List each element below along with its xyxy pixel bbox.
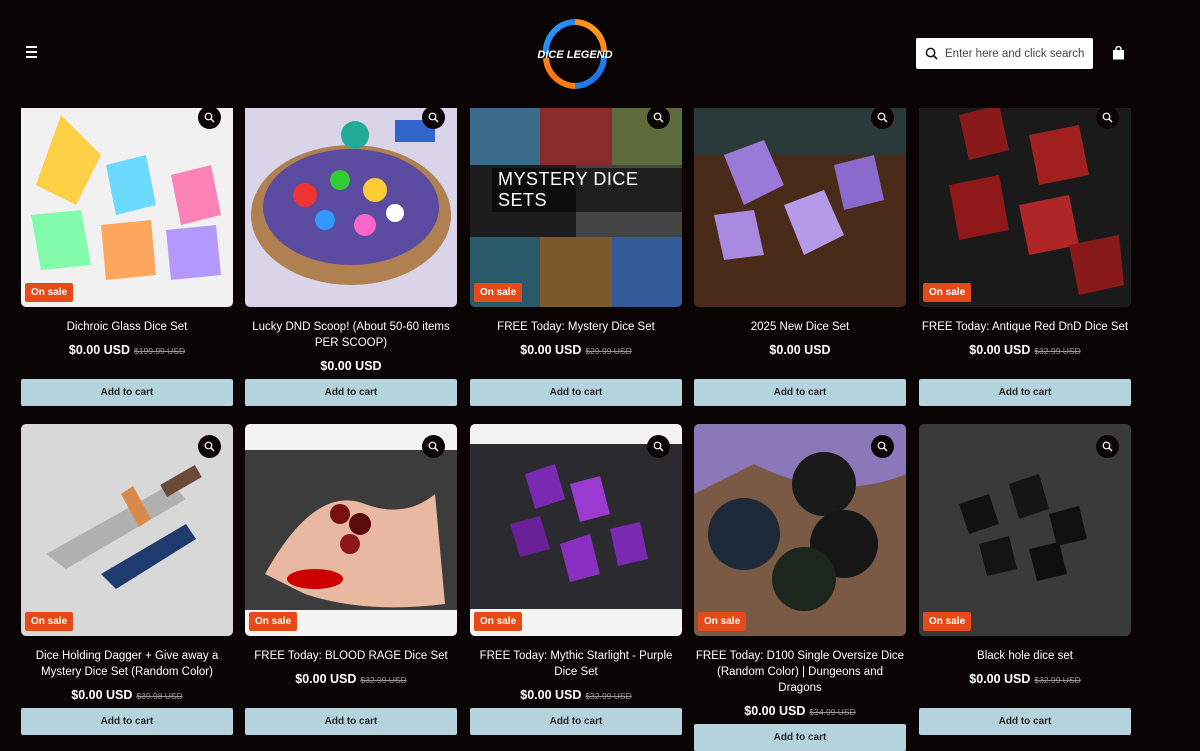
add-to-cart-button[interactable]: Add to cart	[694, 379, 906, 406]
zoom-icon[interactable]	[198, 106, 221, 129]
product-image[interactable]: On sale	[21, 95, 233, 307]
zoom-icon[interactable]	[1096, 435, 1119, 458]
product-image[interactable]	[245, 95, 457, 307]
product-card: On sale Dichroic Glass Dice Set $0.00 US…	[21, 95, 233, 406]
add-to-cart-button[interactable]: Add to cart	[245, 708, 457, 735]
product-price: $0.00 USD	[320, 359, 382, 373]
product-price: $0.00 USD $199.99 USD	[68, 343, 186, 357]
product-card: On sale FREE Today: Mythic Starlight - P…	[470, 424, 682, 735]
shopping-bag-icon[interactable]	[1112, 45, 1125, 60]
on-sale-badge: On sale	[25, 283, 74, 302]
product-title[interactable]: FREE Today: D100 Single Oversize Dice (R…	[694, 648, 906, 696]
search-icon[interactable]	[925, 47, 938, 60]
zoom-icon[interactable]	[871, 435, 894, 458]
add-to-cart-button[interactable]: Add to cart	[21, 379, 233, 406]
add-to-cart-button[interactable]: Add to cart	[21, 708, 233, 735]
zoom-icon[interactable]	[1096, 106, 1119, 129]
add-to-cart-button[interactable]: Add to cart	[245, 379, 457, 406]
product-card: MYSTERY DICE SETS On sale FREE Today: My…	[470, 95, 682, 406]
on-sale-badge: On sale	[698, 612, 747, 631]
product-image[interactable]: On sale	[919, 424, 1131, 636]
search-input[interactable]	[945, 47, 1095, 60]
product-card: Lucky DND Scoop! (About 50-60 items PER …	[245, 95, 457, 406]
zoom-icon[interactable]	[198, 435, 221, 458]
add-to-cart-button[interactable]: Add to cart	[919, 379, 1131, 406]
on-sale-badge: On sale	[474, 283, 523, 302]
product-title[interactable]: FREE Today: Antique Red DnD Dice Set	[919, 319, 1131, 335]
dice-legend-logo[interactable]: DICE LEGEND	[532, 14, 618, 96]
image-caption: MYSTERY DICE SETS	[492, 168, 682, 212]
product-title[interactable]: Dice Holding Dagger + Give away a Myster…	[21, 648, 233, 680]
zoom-icon[interactable]	[422, 435, 445, 458]
on-sale-badge: On sale	[923, 612, 972, 631]
on-sale-badge: On sale	[25, 612, 74, 631]
add-to-cart-button[interactable]: Add to cart	[919, 708, 1131, 735]
product-image[interactable]: MYSTERY DICE SETS On sale	[470, 95, 682, 307]
product-title[interactable]: Dichroic Glass Dice Set	[21, 319, 233, 335]
product-price: $0.00 USD $32.99 USD	[520, 688, 632, 702]
product-card: On sale Black hole dice set $0.00 USD $32…	[919, 424, 1131, 735]
svg-text:DICE LEGEND: DICE LEGEND	[537, 49, 612, 61]
product-title[interactable]: FREE Today: Mystery Dice Set	[470, 319, 682, 335]
product-image[interactable]: On sale	[21, 424, 233, 636]
search-bar[interactable]	[916, 38, 1095, 69]
zoom-icon[interactable]	[647, 106, 670, 129]
product-card: On sale FREE Today: Antique Red DnD Dice…	[919, 95, 1131, 406]
on-sale-badge: On sale	[923, 283, 972, 302]
add-to-cart-button[interactable]: Add to cart	[470, 708, 682, 735]
product-card: On sale Dice Holding Dagger + Give away …	[21, 424, 233, 735]
zoom-icon[interactable]	[871, 106, 894, 129]
product-price: $0.00 USD $32.99 USD	[969, 672, 1081, 686]
zoom-icon[interactable]	[422, 106, 445, 129]
product-card: On sale FREE Today: D100 Single Oversize…	[694, 424, 906, 751]
product-image[interactable]: On sale	[245, 424, 457, 636]
zoom-icon[interactable]	[647, 435, 670, 458]
site-header: DICE LEGEND	[0, 0, 1200, 108]
on-sale-badge: On sale	[249, 612, 298, 631]
on-sale-badge: On sale	[474, 612, 523, 631]
product-image[interactable]: On sale	[919, 95, 1131, 307]
product-card: On sale FREE Today: BLOOD RAGE Dice Set …	[245, 424, 457, 735]
product-title[interactable]: Lucky DND Scoop! (About 50-60 items PER …	[245, 319, 457, 351]
product-title[interactable]: FREE Today: BLOOD RAGE Dice Set	[245, 648, 457, 664]
product-price: $0.00 USD $32.99 USD	[295, 672, 407, 686]
product-image[interactable]: On sale	[470, 424, 682, 636]
add-to-cart-button[interactable]: Add to cart	[694, 724, 906, 751]
product-title[interactable]: Black hole dice set	[919, 648, 1131, 664]
add-to-cart-button[interactable]: Add to cart	[470, 379, 682, 406]
product-card: 2025 New Dice Set $0.00 USD Add to cart	[694, 95, 906, 406]
hamburger-menu-icon[interactable]	[26, 44, 42, 60]
product-price: $0.00 USD $39.98 USD	[71, 688, 183, 702]
product-title[interactable]: 2025 New Dice Set	[694, 319, 906, 335]
product-title[interactable]: FREE Today: Mythic Starlight - Purple Di…	[470, 648, 682, 680]
product-image[interactable]	[694, 95, 906, 307]
product-price: $0.00 USD $32.99 USD	[969, 343, 1081, 357]
product-price: $0.00 USD	[769, 343, 831, 357]
product-price: $0.00 USD $29.99 USD	[520, 343, 632, 357]
product-image[interactable]: On sale	[694, 424, 906, 636]
product-price: $0.00 USD $34.99 USD	[744, 704, 856, 718]
